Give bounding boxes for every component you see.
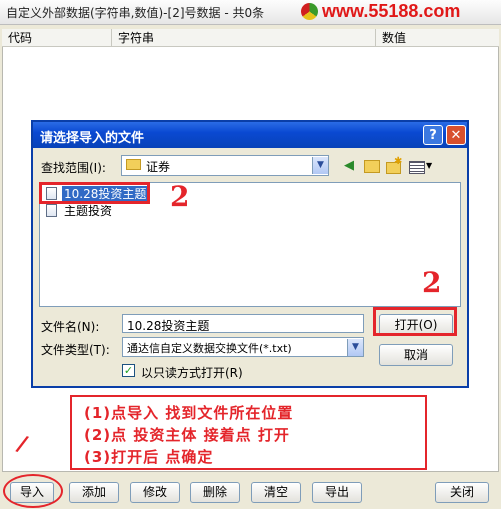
filetype-value: 通达信自定义数据交换文件(*.txt)	[127, 342, 292, 355]
close-button[interactable]: 关闭	[435, 482, 489, 503]
cancel-button[interactable]: 取消	[379, 344, 453, 366]
watermark-logo-icon	[301, 3, 318, 20]
column-header-value[interactable]: 数值	[376, 29, 499, 47]
open-file-dialog: 请选择导入的文件 ? ✕ 查找范围(I): 证券 ▼ ◀ ✱ ▼ 10.28投资…	[31, 120, 469, 388]
export-button[interactable]: 导出	[312, 482, 362, 503]
instruction-step-3: (3)打开后 点确定	[84, 448, 214, 466]
document-icon	[46, 204, 57, 217]
annotation-mark-two: 2	[422, 266, 442, 299]
window-titlebar: 自定义外部数据(字符串,数值)-[2]号数据 - 共0条 www.55188.c…	[0, 0, 501, 25]
dialog-close-button[interactable]: ✕	[446, 125, 466, 145]
instruction-step-2: (2)点 投资主体 接着点 打开	[84, 426, 290, 444]
chevron-down-icon[interactable]: ▼	[347, 339, 363, 356]
up-folder-icon[interactable]	[362, 157, 380, 175]
highlight-import-circle	[3, 474, 63, 508]
filename-value: 10.28投资主题	[127, 319, 210, 333]
view-menu-icon[interactable]: ▼	[407, 157, 435, 175]
file-name: 主题投资	[64, 204, 113, 218]
column-header-code[interactable]: 代码	[2, 29, 112, 47]
watermark-text: www.55188.com	[322, 1, 461, 21]
table-header: 代码 字符串 数值	[2, 29, 499, 47]
modify-button[interactable]: 修改	[130, 482, 180, 503]
look-in-label: 查找范围(I):	[41, 161, 106, 175]
filename-input[interactable]: 10.28投资主题	[122, 314, 364, 333]
annotation-mark-two: 2	[170, 180, 190, 213]
filename-label: 文件名(N):	[41, 320, 100, 334]
add-button[interactable]: 添加	[69, 482, 119, 503]
instruction-step-1: (1)点导入 找到文件所在位置	[84, 404, 294, 422]
instruction-note: (1)点导入 找到文件所在位置 (2)点 投资主体 接着点 打开 (3)打开后 …	[70, 395, 427, 470]
dialog-titlebar: 请选择导入的文件 ? ✕	[33, 122, 467, 148]
back-arrow-icon[interactable]: ◀	[340, 157, 358, 175]
dialog-title: 请选择导入的文件	[40, 131, 145, 146]
filetype-label: 文件类型(T):	[41, 343, 110, 357]
highlight-file-box	[39, 182, 150, 204]
delete-button[interactable]: 删除	[190, 482, 240, 503]
readonly-label: 以只读方式打开(R)	[141, 366, 243, 380]
filetype-combo[interactable]: 通达信自定义数据交换文件(*.txt) ▼	[122, 337, 364, 357]
look-in-combo[interactable]: 证券 ▼	[121, 155, 329, 176]
file-item[interactable]: 主题投资	[44, 203, 154, 219]
column-header-string[interactable]: 字符串	[112, 29, 376, 47]
clear-button[interactable]: 清空	[251, 482, 301, 503]
window-title: 自定义外部数据(字符串,数值)-[2]号数据 - 共0条	[6, 6, 265, 20]
folder-icon	[126, 159, 141, 170]
highlight-open-box	[373, 307, 457, 336]
look-in-value: 证券	[146, 160, 171, 174]
readonly-checkbox[interactable]: ✓	[122, 364, 135, 377]
chevron-down-icon[interactable]: ▼	[312, 157, 328, 174]
help-button[interactable]: ?	[423, 125, 443, 145]
new-folder-icon[interactable]: ✱	[384, 157, 402, 175]
